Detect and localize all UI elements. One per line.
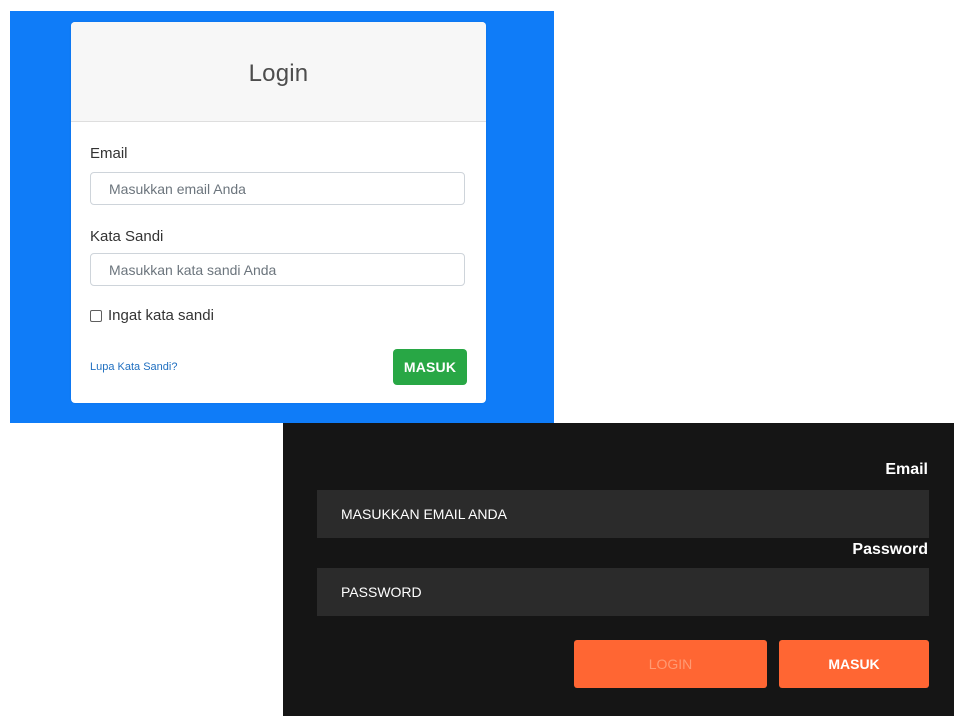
remember-me-checkbox[interactable] xyxy=(90,309,102,322)
forgot-password-link[interactable]: Lupa Kata Sandi? xyxy=(90,361,177,373)
login-card-header: Login xyxy=(71,22,486,122)
dark-masuk-button[interactable]: MASUK xyxy=(779,640,929,688)
dark-email-label: Email xyxy=(885,461,928,478)
login-button[interactable]: LOGIN xyxy=(574,640,767,688)
dark-password-input[interactable] xyxy=(317,568,929,616)
dark-password-label: Password xyxy=(852,541,928,558)
remember-me-label: Ingat kata sandi xyxy=(108,307,214,324)
password-input[interactable] xyxy=(90,253,465,286)
remember-me-row: Ingat kata sandi xyxy=(90,307,214,324)
email-input[interactable] xyxy=(90,172,465,205)
login-card: Login Email Kata Sandi Ingat kata sandi … xyxy=(71,22,486,403)
dark-login-panel: Email Password LOGIN MASUK xyxy=(283,423,954,716)
login-card-body: Email Kata Sandi Ingat kata sandi Lupa K… xyxy=(71,122,486,403)
login-title: Login xyxy=(248,59,309,87)
email-label: Email xyxy=(90,145,128,162)
password-label: Kata Sandi xyxy=(90,228,164,245)
dark-email-input[interactable] xyxy=(317,490,929,538)
masuk-button[interactable]: MASUK xyxy=(393,349,467,385)
